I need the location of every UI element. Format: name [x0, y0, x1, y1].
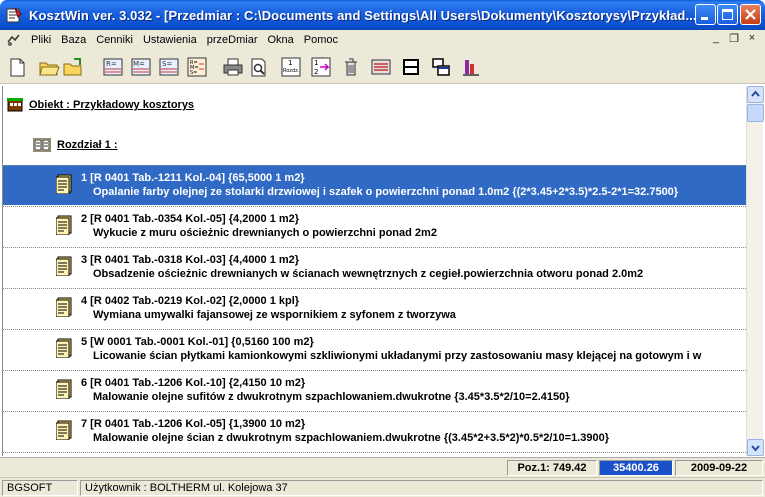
svg-text:S=: S=	[190, 70, 197, 76]
position-row[interactable]: 4 [R 0402 Tab.-0219 Kol.-02] {2,0000 1 k…	[3, 288, 747, 328]
document-icon	[56, 420, 72, 440]
svg-text:M=: M=	[133, 60, 145, 68]
object-node[interactable]: Obiekt : Przykładowy kosztorys	[7, 98, 194, 112]
menu-baza[interactable]: Baza	[56, 34, 91, 46]
svg-text:1: 1	[314, 59, 318, 67]
table-r-icon[interactable]: R=	[102, 56, 124, 78]
menu-okna[interactable]: Okna	[262, 34, 298, 46]
minimize-icon	[701, 17, 708, 20]
position-description: Wykucie z muru ościeżnic drewnianych o p…	[93, 227, 437, 239]
close-icon	[745, 9, 756, 20]
position-description: Wymiana umywalki fajansowej ze wsporniki…	[93, 309, 456, 321]
position-description: Opalanie farby olejnej ze stolarki drzwi…	[93, 186, 679, 198]
mdi-restore-button[interactable]: ❐	[727, 32, 741, 45]
position-row[interactable]: 1 [R 0401 Tab.-1211 Kol.-04] {65,5000 1 …	[3, 165, 747, 205]
position-description: Licowanie ścian płytkami kamionkowymi sz…	[93, 350, 702, 362]
vertical-scrollbar[interactable]	[746, 86, 764, 456]
document-icon	[56, 215, 72, 235]
position-row[interactable]: 8 [R 0401 Tab.-0818 Kol.-05] {24,1500 1 …	[3, 452, 747, 456]
svg-text:Rozdz.: Rozdz.	[283, 68, 300, 74]
scroll-up-button[interactable]	[747, 86, 764, 103]
company-label: BGSOFT	[2, 480, 78, 496]
menu-cenniki[interactable]: Cenniki	[91, 34, 138, 46]
position-header: 3 [R 0401 Tab.-0318 Kol.-03] {4,4000 1 m…	[81, 254, 300, 266]
section-label: Rozdział 1 :	[57, 139, 118, 151]
new-document-icon[interactable]	[6, 56, 28, 78]
total-value: 35400.26	[599, 460, 673, 476]
close-button[interactable]	[740, 4, 761, 25]
print-icon[interactable]	[222, 56, 244, 78]
position-header: 6 [R 0401 Tab.-1206 Kol.-10] {2,4150 10 …	[81, 377, 306, 389]
mdi-controls: _ ❐ ×	[709, 32, 759, 45]
document-icon	[56, 379, 72, 399]
scroll-thumb[interactable]	[747, 104, 764, 122]
menu-przedmiar[interactable]: przeDmiar	[202, 34, 263, 46]
table-m-icon[interactable]: M=	[130, 56, 152, 78]
maximize-button[interactable]	[717, 4, 738, 25]
user-label: Użytkownik : BOLTHERM ul. Kolejowa 37	[80, 480, 763, 496]
menu-ustawienia[interactable]: Ustawienia	[138, 34, 202, 46]
position-row[interactable]: 5 [W 0001 Tab.-0001 Kol.-01] {0,5160 100…	[3, 329, 747, 369]
maximize-icon	[722, 9, 733, 20]
toolbar: R= M= S= R= M= S= 1 Rozdz. 12	[0, 50, 765, 84]
object-label: Obiekt : Przykładowy kosztorys	[29, 99, 195, 111]
menu-pliki[interactable]: Pliki	[26, 34, 56, 46]
document-icon	[56, 256, 72, 276]
mdi-close-button[interactable]: ×	[745, 32, 759, 45]
status-bar-info: BGSOFT Użytkownik : BOLTHERM ul. Kolejow…	[0, 477, 765, 497]
position-header: 7 [R 0401 Tab.-1206 Kol.-05] {1,3900 10 …	[81, 418, 306, 430]
building-icon	[7, 98, 23, 112]
svg-text:S=: S=	[162, 60, 172, 68]
section-icon[interactable]: 1 Rozdz.	[280, 56, 302, 78]
menu-pomoc[interactable]: Pomoc	[299, 34, 343, 46]
arrow-up-icon	[751, 90, 760, 97]
print-preview-icon[interactable]	[248, 56, 270, 78]
document-icon	[56, 174, 72, 194]
position-header: 5 [W 0001 Tab.-0001 Kol.-01] {0,5160 100…	[81, 336, 314, 348]
position-row[interactable]: 7 [R 0401 Tab.-1206 Kol.-05] {1,3900 10 …	[3, 411, 747, 451]
date-value: 2009-09-22	[675, 460, 763, 476]
document-menu-icon[interactable]	[6, 32, 22, 48]
window-title: KosztWin ver. 3.032 - [Przedmiar : C:\Do…	[29, 7, 697, 23]
rms-summary-icon[interactable]: R= M= S=	[186, 56, 208, 78]
mdi-minimize-button[interactable]: _	[709, 32, 723, 45]
arrow-down-icon	[751, 445, 760, 452]
section-node[interactable]: Rozdział 1 :	[33, 138, 118, 152]
chart-icon[interactable]	[460, 56, 482, 78]
position-header: 2 [R 0401 Tab.-0354 Kol.-05] {4,2000 1 m…	[81, 213, 300, 225]
properties-icon[interactable]	[370, 56, 392, 78]
svg-text:2: 2	[314, 68, 318, 76]
rows-icon[interactable]	[400, 56, 422, 78]
svg-text:1: 1	[288, 59, 292, 67]
menu-bar: Pliki Baza Cenniki Ustawienia przeDmiar …	[0, 30, 765, 50]
open-folder-icon[interactable]	[38, 56, 60, 78]
estimate-tree: Obiekt : Przykładowy kosztorys Rozdział …	[2, 86, 747, 456]
move-icon[interactable]: 12	[310, 56, 332, 78]
open-file-icon[interactable]	[62, 56, 84, 78]
minimize-button[interactable]	[695, 4, 716, 25]
app-icon[interactable]	[5, 6, 23, 24]
position-header: 4 [R 0402 Tab.-0219 Kol.-02] {2,0000 1 k…	[81, 295, 300, 307]
title-bar: KosztWin ver. 3.032 - [Przedmiar : C:\Do…	[0, 0, 765, 30]
book-icon	[33, 138, 51, 152]
position-row[interactable]: 3 [R 0401 Tab.-0318 Kol.-03] {4,4000 1 m…	[3, 247, 747, 287]
position-header: 1 [R 0401 Tab.-1211 Kol.-04] {65,5000 1 …	[81, 172, 305, 184]
position-description: Obsadzenie ościeżnic drewnianych w ścian…	[93, 268, 644, 280]
document-icon	[56, 297, 72, 317]
table-s-icon[interactable]: S=	[158, 56, 180, 78]
position-row[interactable]: 2 [R 0401 Tab.-0354 Kol.-05] {4,2000 1 m…	[3, 206, 747, 246]
windows-icon[interactable]	[430, 56, 452, 78]
position-row[interactable]: 6 [R 0401 Tab.-1206 Kol.-10] {2,4150 10 …	[3, 370, 747, 410]
status-bar-values: Poz.1: 749.42 35400.26 2009-09-22	[0, 457, 765, 477]
svg-text:R=: R=	[106, 60, 117, 68]
position-value: Poz.1: 749.42	[507, 460, 597, 476]
position-description: Malowanie olejne sufitów z dwukrotnym sz…	[93, 391, 570, 403]
position-description: Malowanie olejne ścian z dwukrotnym szpa…	[93, 432, 609, 444]
document-icon	[56, 338, 72, 358]
delete-icon[interactable]	[340, 56, 362, 78]
scroll-down-button[interactable]	[747, 439, 764, 456]
